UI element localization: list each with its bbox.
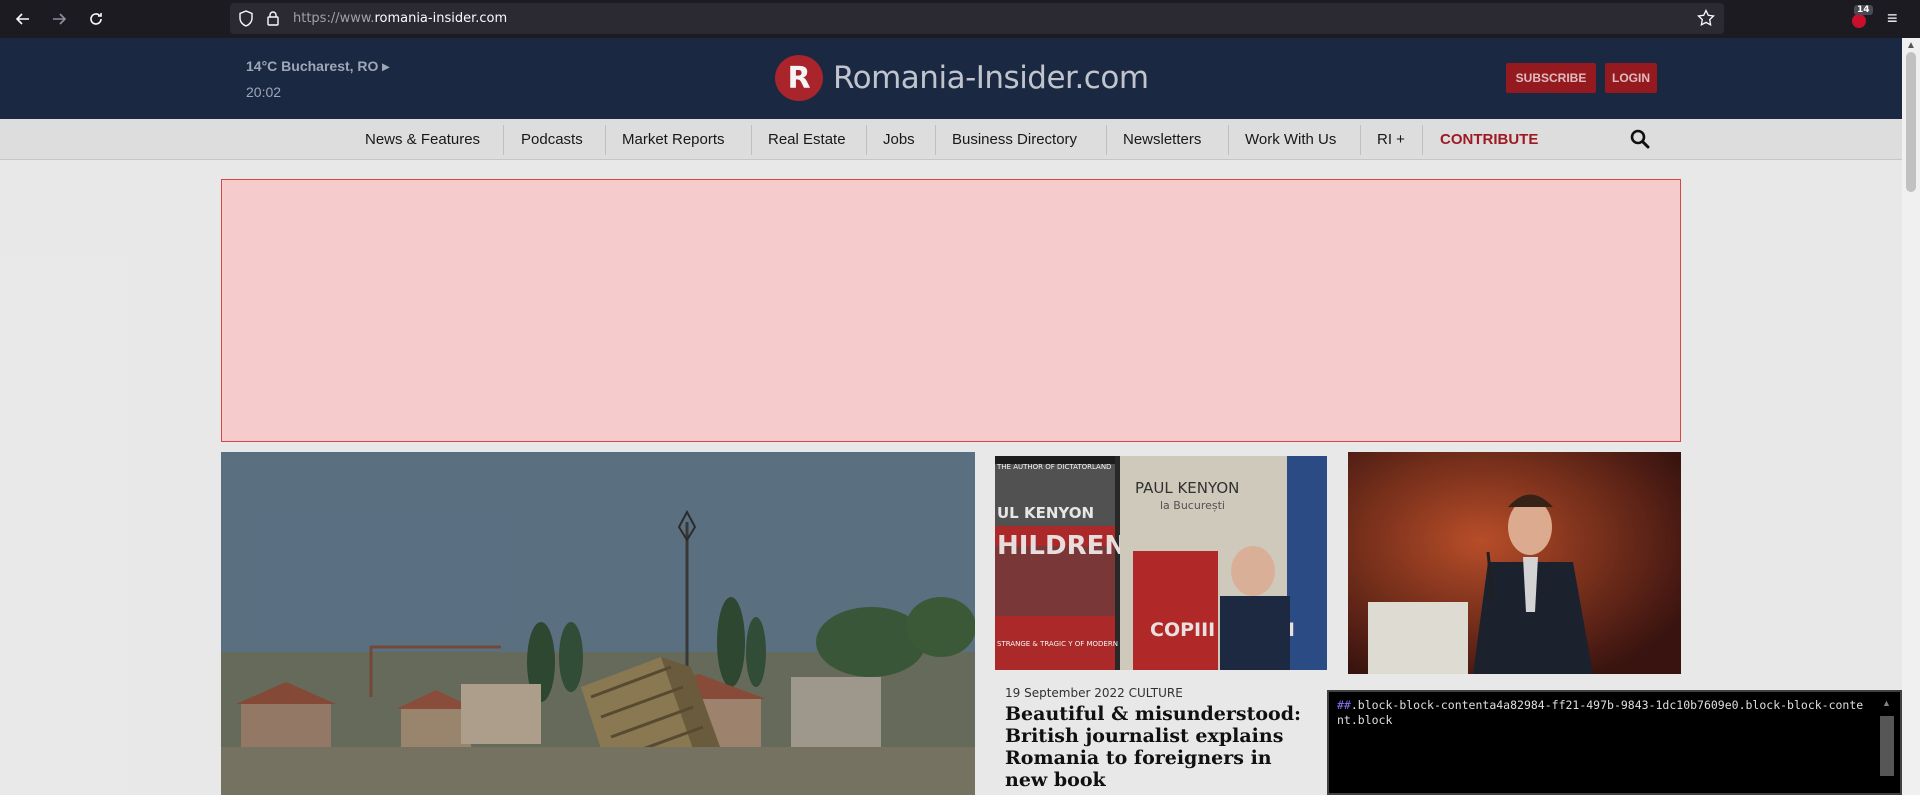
nav-item-jobs[interactable]: Jobs (883, 119, 915, 160)
filter-rule-text[interactable]: ##.block-block-contenta4a82984-ff21-497b… (1337, 698, 1867, 728)
nav-item-business-directory[interactable]: Business Directory (952, 119, 1077, 160)
nav-item-news-features[interactable]: News & Features (365, 119, 480, 160)
local-time: 20:02 (246, 84, 282, 100)
url-text[interactable]: https://www.romania-insider.com (293, 11, 507, 26)
browser-toolbar: https://www.romania-insider.com 14 ≡ (0, 0, 1920, 38)
highlighted-ad-block[interactable] (221, 179, 1681, 442)
nav-divider (503, 125, 504, 155)
poster-author-right: PAUL KENYON (1135, 479, 1239, 497)
nav-divider (1228, 125, 1229, 155)
search-icon[interactable] (1630, 129, 1650, 149)
logo-mark: R (775, 55, 823, 101)
extension-count-badge: 14 (1854, 5, 1873, 15)
nav-item-market-reports[interactable]: Market Reports (622, 119, 725, 160)
logo-text: Romania-Insider.com (833, 60, 1149, 96)
nav-divider (935, 125, 936, 155)
article-meta: 19 September 2022 CULTURE (1005, 686, 1183, 700)
bookmark-star-icon[interactable] (1697, 8, 1715, 32)
nav-item-podcasts[interactable]: Podcasts (521, 119, 583, 160)
nav-divider (1360, 125, 1361, 155)
url-bar[interactable]: https://www.romania-insider.com (230, 3, 1724, 34)
filter-scrollbar[interactable]: ▲ (1880, 698, 1894, 788)
ublock-extension-icon[interactable]: 14 (1850, 5, 1873, 28)
scroll-up-arrow-icon[interactable]: ▲ (1906, 40, 1916, 51)
nav-item-contribute[interactable]: CONTRIBUTE (1440, 119, 1538, 160)
nav-divider (751, 125, 752, 155)
page-scroll-thumb[interactable] (1906, 52, 1916, 192)
element-picker-filter-box[interactable]: ##.block-block-contenta4a82984-ff21-497b… (1327, 690, 1902, 795)
scroll-thumb[interactable] (1880, 716, 1894, 776)
article-title[interactable]: Beautiful & misunderstood: British journ… (1005, 703, 1305, 791)
back-icon[interactable] (11, 7, 35, 31)
poster-location-right: la București (1160, 499, 1225, 512)
nav-divider (605, 125, 606, 155)
book-cover-author-left: UL KENYON (997, 504, 1094, 522)
subscribe-button[interactable]: SUBSCRIBE (1506, 63, 1596, 93)
book-cover-top-text: THE AUTHOR OF DICTATORLAND (996, 463, 1111, 471)
nav-item-work-with-us[interactable]: Work With Us (1245, 119, 1336, 160)
nav-divider (1422, 125, 1423, 155)
nav-item-real-estate[interactable]: Real Estate (768, 119, 846, 160)
book-article-image[interactable]: THE AUTHOR OF DICTATORLAND UL KENYON HIL… (995, 456, 1327, 670)
reload-icon[interactable] (84, 7, 108, 31)
scroll-up-icon[interactable]: ▲ (1882, 698, 1891, 708)
main-article-image[interactable] (221, 452, 975, 795)
menu-icon[interactable]: ≡ (1887, 8, 1898, 29)
login-button[interactable]: LOGIN (1605, 63, 1657, 93)
forward-icon[interactable] (47, 7, 71, 31)
shield-icon[interactable] (238, 10, 254, 32)
site-logo[interactable]: R Romania-Insider.com (775, 55, 1149, 101)
lock-icon[interactable] (266, 10, 280, 31)
weather-widget[interactable]: 14°C Bucharest, RO ▸ (246, 58, 389, 75)
site-header: 14°C Bucharest, RO ▸ 20:02 R Romania-Ins… (0, 38, 1902, 119)
nav-item-ri-plus[interactable]: RI + (1377, 119, 1405, 160)
nav-divider (1106, 125, 1107, 155)
page-scrollbar[interactable]: ▲ (1902, 38, 1920, 795)
nav-item-newsletters[interactable]: Newsletters (1123, 119, 1201, 160)
main-nav: News & Features Podcasts Market Reports … (0, 119, 1902, 160)
nav-divider (866, 125, 867, 155)
speaker-article-image[interactable] (1348, 452, 1681, 674)
